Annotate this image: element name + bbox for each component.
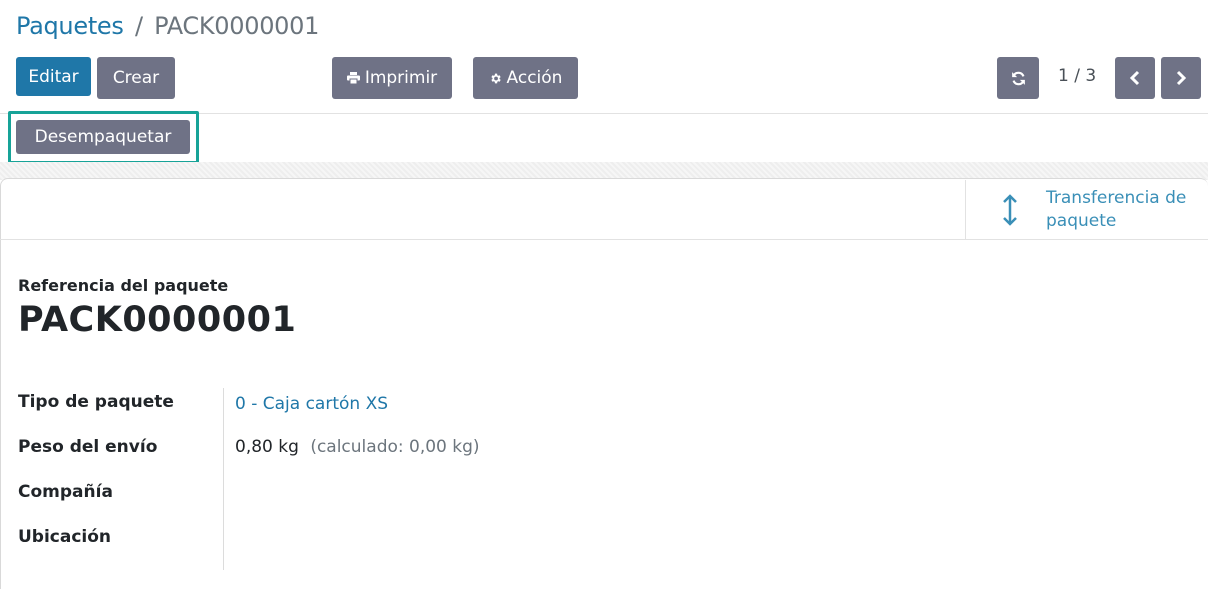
edit-button[interactable]: Editar: [16, 57, 91, 96]
action-button[interactable]: Acción: [473, 57, 578, 99]
unpack-button[interactable]: Desempaquetar: [16, 120, 190, 154]
refresh-button[interactable]: [997, 57, 1039, 99]
print-button[interactable]: Imprimir: [332, 57, 452, 99]
shipping-weight-number: 0,80: [235, 437, 273, 457]
button-box-divider: [0, 239, 1208, 240]
package-transfer-smart-button[interactable]: Transferencia de paquete: [965, 180, 1208, 239]
arrows-vertical-icon: [1000, 193, 1020, 226]
company-label: Compañía: [18, 482, 113, 502]
printer-icon: [346, 72, 360, 84]
breadcrumb: Paquetes / PACK0000001: [16, 12, 319, 40]
package-transfer-label-line2: paquete: [1046, 210, 1117, 231]
shipping-weight-value: 0,80 kg (calculado: 0,00 kg): [235, 437, 480, 457]
package-transfer-label-line1: Transferencia de: [1046, 187, 1187, 208]
shipping-weight-label: Peso del envío: [18, 437, 158, 457]
reference-value: PACK0000001: [18, 300, 297, 340]
chevron-right-icon: [1175, 70, 1187, 86]
chevron-left-icon: [1129, 70, 1141, 86]
field-group-divider: [223, 388, 224, 570]
breadcrumb-separator: /: [134, 12, 143, 40]
action-button-label: Acción: [506, 68, 563, 88]
package-transfer-label: Transferencia de paquete: [1046, 187, 1186, 233]
reference-label: Referencia del paquete: [18, 276, 229, 295]
create-button[interactable]: Crear: [97, 57, 175, 99]
package-type-value[interactable]: 0 - Caja cartón XS: [235, 394, 388, 414]
breadcrumb-parent-link[interactable]: Paquetes: [16, 12, 124, 40]
gear-icon: [489, 72, 502, 85]
shipping-weight-unit: kg: [278, 437, 299, 457]
shipping-weight-computed: (calculado: 0,00 kg): [310, 437, 480, 457]
location-label: Ubicación: [18, 527, 112, 547]
package-type-link[interactable]: 0 - Caja cartón XS: [235, 394, 388, 414]
print-button-label: Imprimir: [364, 68, 438, 88]
package-type-label: Tipo de paquete: [18, 392, 174, 412]
next-record-button[interactable]: [1161, 57, 1201, 99]
breadcrumb-current: PACK0000001: [154, 12, 320, 40]
refresh-icon: [1010, 70, 1027, 87]
pager-value[interactable]: 1 / 3: [1058, 66, 1096, 86]
previous-record-button[interactable]: [1115, 57, 1155, 99]
